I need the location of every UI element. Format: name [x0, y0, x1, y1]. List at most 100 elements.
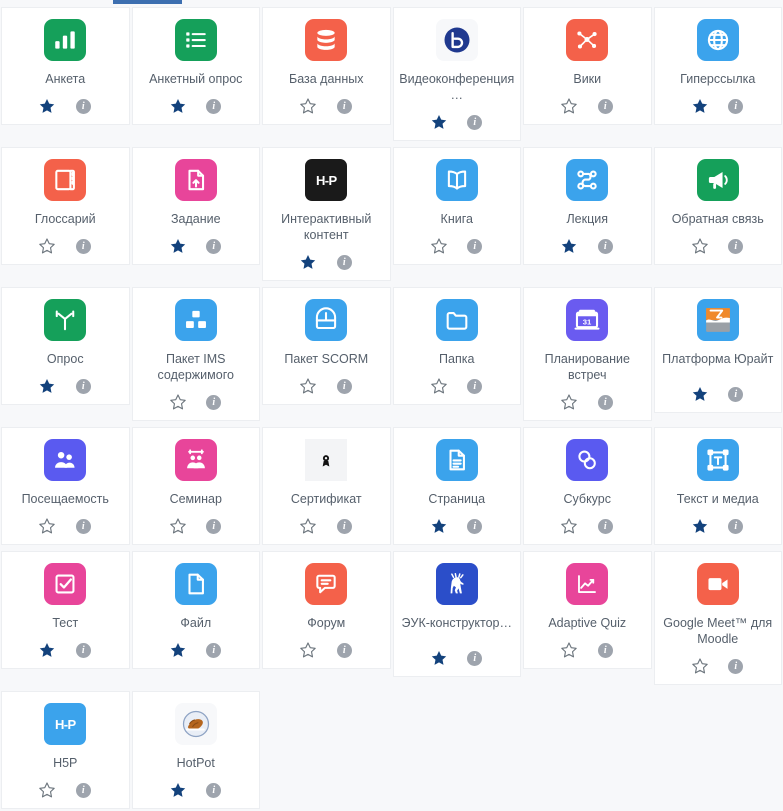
star-filled-icon[interactable] — [430, 113, 448, 131]
star-filled-icon[interactable] — [560, 237, 578, 255]
activity-card[interactable]: Вики i — [523, 7, 652, 125]
activity-card[interactable]: Опрос i — [1, 287, 130, 405]
star-outline-icon[interactable] — [691, 237, 709, 255]
activity-card[interactable]: База данных i — [262, 7, 391, 125]
info-icon[interactable]: i — [727, 97, 745, 115]
activity-card[interactable]: Тест i — [1, 551, 130, 669]
star-outline-icon[interactable] — [169, 517, 187, 535]
activity-card[interactable]: ЭУК-конструктор… i — [392, 551, 521, 677]
info-icon[interactable]: i — [74, 641, 92, 659]
info-icon[interactable]: i — [466, 517, 484, 535]
activity-card[interactable]: Страница i — [392, 427, 521, 545]
star-filled-icon[interactable] — [299, 253, 317, 271]
info-icon[interactable]: i — [74, 97, 92, 115]
star-filled-icon[interactable] — [691, 517, 709, 535]
star-filled-icon[interactable] — [691, 385, 709, 403]
activity-card[interactable]: Папка i — [392, 287, 521, 405]
info-icon[interactable]: i — [335, 641, 353, 659]
info-icon[interactable]: i — [205, 237, 223, 255]
activity-card[interactable]: Форум i — [262, 551, 391, 669]
star-filled-icon[interactable] — [691, 97, 709, 115]
info-icon[interactable]: i — [596, 641, 614, 659]
star-outline-icon[interactable] — [38, 517, 56, 535]
activity-card[interactable]: Платформа Юрайт i — [653, 287, 782, 413]
info-icon[interactable]: i — [74, 781, 92, 799]
info-icon[interactable]: i — [596, 237, 614, 255]
activity-card[interactable]: Текст и медиа i — [653, 427, 782, 545]
activity-card[interactable]: Обратная связь i — [653, 147, 782, 265]
star-outline-icon[interactable] — [169, 393, 187, 411]
star-filled-icon[interactable] — [430, 517, 448, 535]
star-filled-icon[interactable] — [169, 237, 187, 255]
activity-card[interactable]: Google Meet™ для Moodle i — [653, 551, 782, 685]
info-icon[interactable]: i — [466, 377, 484, 395]
star-outline-icon[interactable] — [430, 377, 448, 395]
info-icon[interactable]: i — [205, 517, 223, 535]
activity-card[interactable]: Глоссарий i — [1, 147, 130, 265]
tab-active-indicator[interactable] — [113, 0, 182, 4]
star-outline-icon[interactable] — [299, 641, 317, 659]
info-icon[interactable]: i — [205, 641, 223, 659]
activity-card[interactable]: Пакет SCORM i — [262, 287, 391, 405]
activity-card[interactable]: Книга i — [392, 147, 521, 265]
activity-card[interactable]: Анкетный опрос i — [131, 7, 260, 125]
activity-card[interactable]: Анкета i — [1, 7, 130, 125]
info-icon[interactable]: i — [205, 781, 223, 799]
star-outline-icon[interactable] — [691, 657, 709, 675]
activity-card[interactable]: Задание i — [131, 147, 260, 265]
info-icon[interactable]: i — [727, 237, 745, 255]
activity-card[interactable]: Семинар i — [131, 427, 260, 545]
star-filled-icon[interactable] — [38, 97, 56, 115]
star-outline-icon[interactable] — [38, 781, 56, 799]
info-icon[interactable]: i — [466, 649, 484, 667]
star-outline-icon[interactable] — [560, 393, 578, 411]
star-filled-icon[interactable] — [169, 97, 187, 115]
star-filled-icon[interactable] — [38, 641, 56, 659]
info-icon[interactable]: i — [596, 97, 614, 115]
info-icon[interactable]: i — [335, 253, 353, 271]
activity-card[interactable]: Пакет IMS содержимого i — [131, 287, 260, 421]
info-icon[interactable]: i — [335, 97, 353, 115]
info-icon[interactable]: i — [205, 97, 223, 115]
activity-card[interactable]: 31 Планирование встреч i — [523, 287, 652, 421]
star-filled-icon[interactable] — [430, 649, 448, 667]
info-icon[interactable]: i — [74, 517, 92, 535]
survey-list-icon — [174, 19, 217, 61]
activity-card[interactable]: H-P H5P i — [1, 691, 130, 809]
activity-card[interactable]: Файл i — [131, 551, 260, 669]
info-icon[interactable]: i — [596, 393, 614, 411]
info-icon[interactable]: i — [727, 657, 745, 675]
star-filled-icon[interactable] — [38, 377, 56, 395]
info-icon[interactable]: i — [205, 393, 223, 411]
star-outline-icon[interactable] — [430, 237, 448, 255]
activity-card[interactable]: Посещаемость i — [1, 427, 130, 545]
activity-card[interactable]: HotPot i — [131, 691, 260, 809]
quiz-checkbox-icon — [44, 563, 87, 605]
activity-card[interactable]: H-P Интерактивный контент i — [262, 147, 391, 281]
activity-card[interactable]: Субкурс i — [523, 427, 652, 545]
info-icon[interactable]: i — [74, 237, 92, 255]
activity-card[interactable]: Гиперссылка i — [653, 7, 782, 125]
info-icon[interactable]: i — [466, 113, 484, 131]
activity-card[interactable]: Видеоконференция… i — [392, 7, 521, 141]
info-icon[interactable]: i — [335, 517, 353, 535]
activity-card[interactable]: Adaptive Quiz i — [523, 551, 652, 669]
info-icon[interactable]: i — [727, 385, 745, 403]
star-outline-icon[interactable] — [299, 377, 317, 395]
star-outline-icon[interactable] — [299, 517, 317, 535]
activity-card[interactable]: Лекция i — [523, 147, 652, 265]
info-icon[interactable]: i — [335, 377, 353, 395]
info-icon[interactable]: i — [74, 377, 92, 395]
star-outline-icon[interactable] — [560, 97, 578, 115]
star-outline-icon[interactable] — [299, 97, 317, 115]
star-outline-icon[interactable] — [38, 237, 56, 255]
info-icon[interactable]: i — [727, 517, 745, 535]
activity-card[interactable]: Сертификат i — [262, 427, 391, 545]
star-outline-icon[interactable] — [560, 641, 578, 659]
star-outline-icon[interactable] — [560, 517, 578, 535]
activity-icon-wrap — [564, 561, 610, 607]
star-filled-icon[interactable] — [169, 781, 187, 799]
info-icon[interactable]: i — [596, 517, 614, 535]
star-filled-icon[interactable] — [169, 641, 187, 659]
info-icon[interactable]: i — [466, 237, 484, 255]
